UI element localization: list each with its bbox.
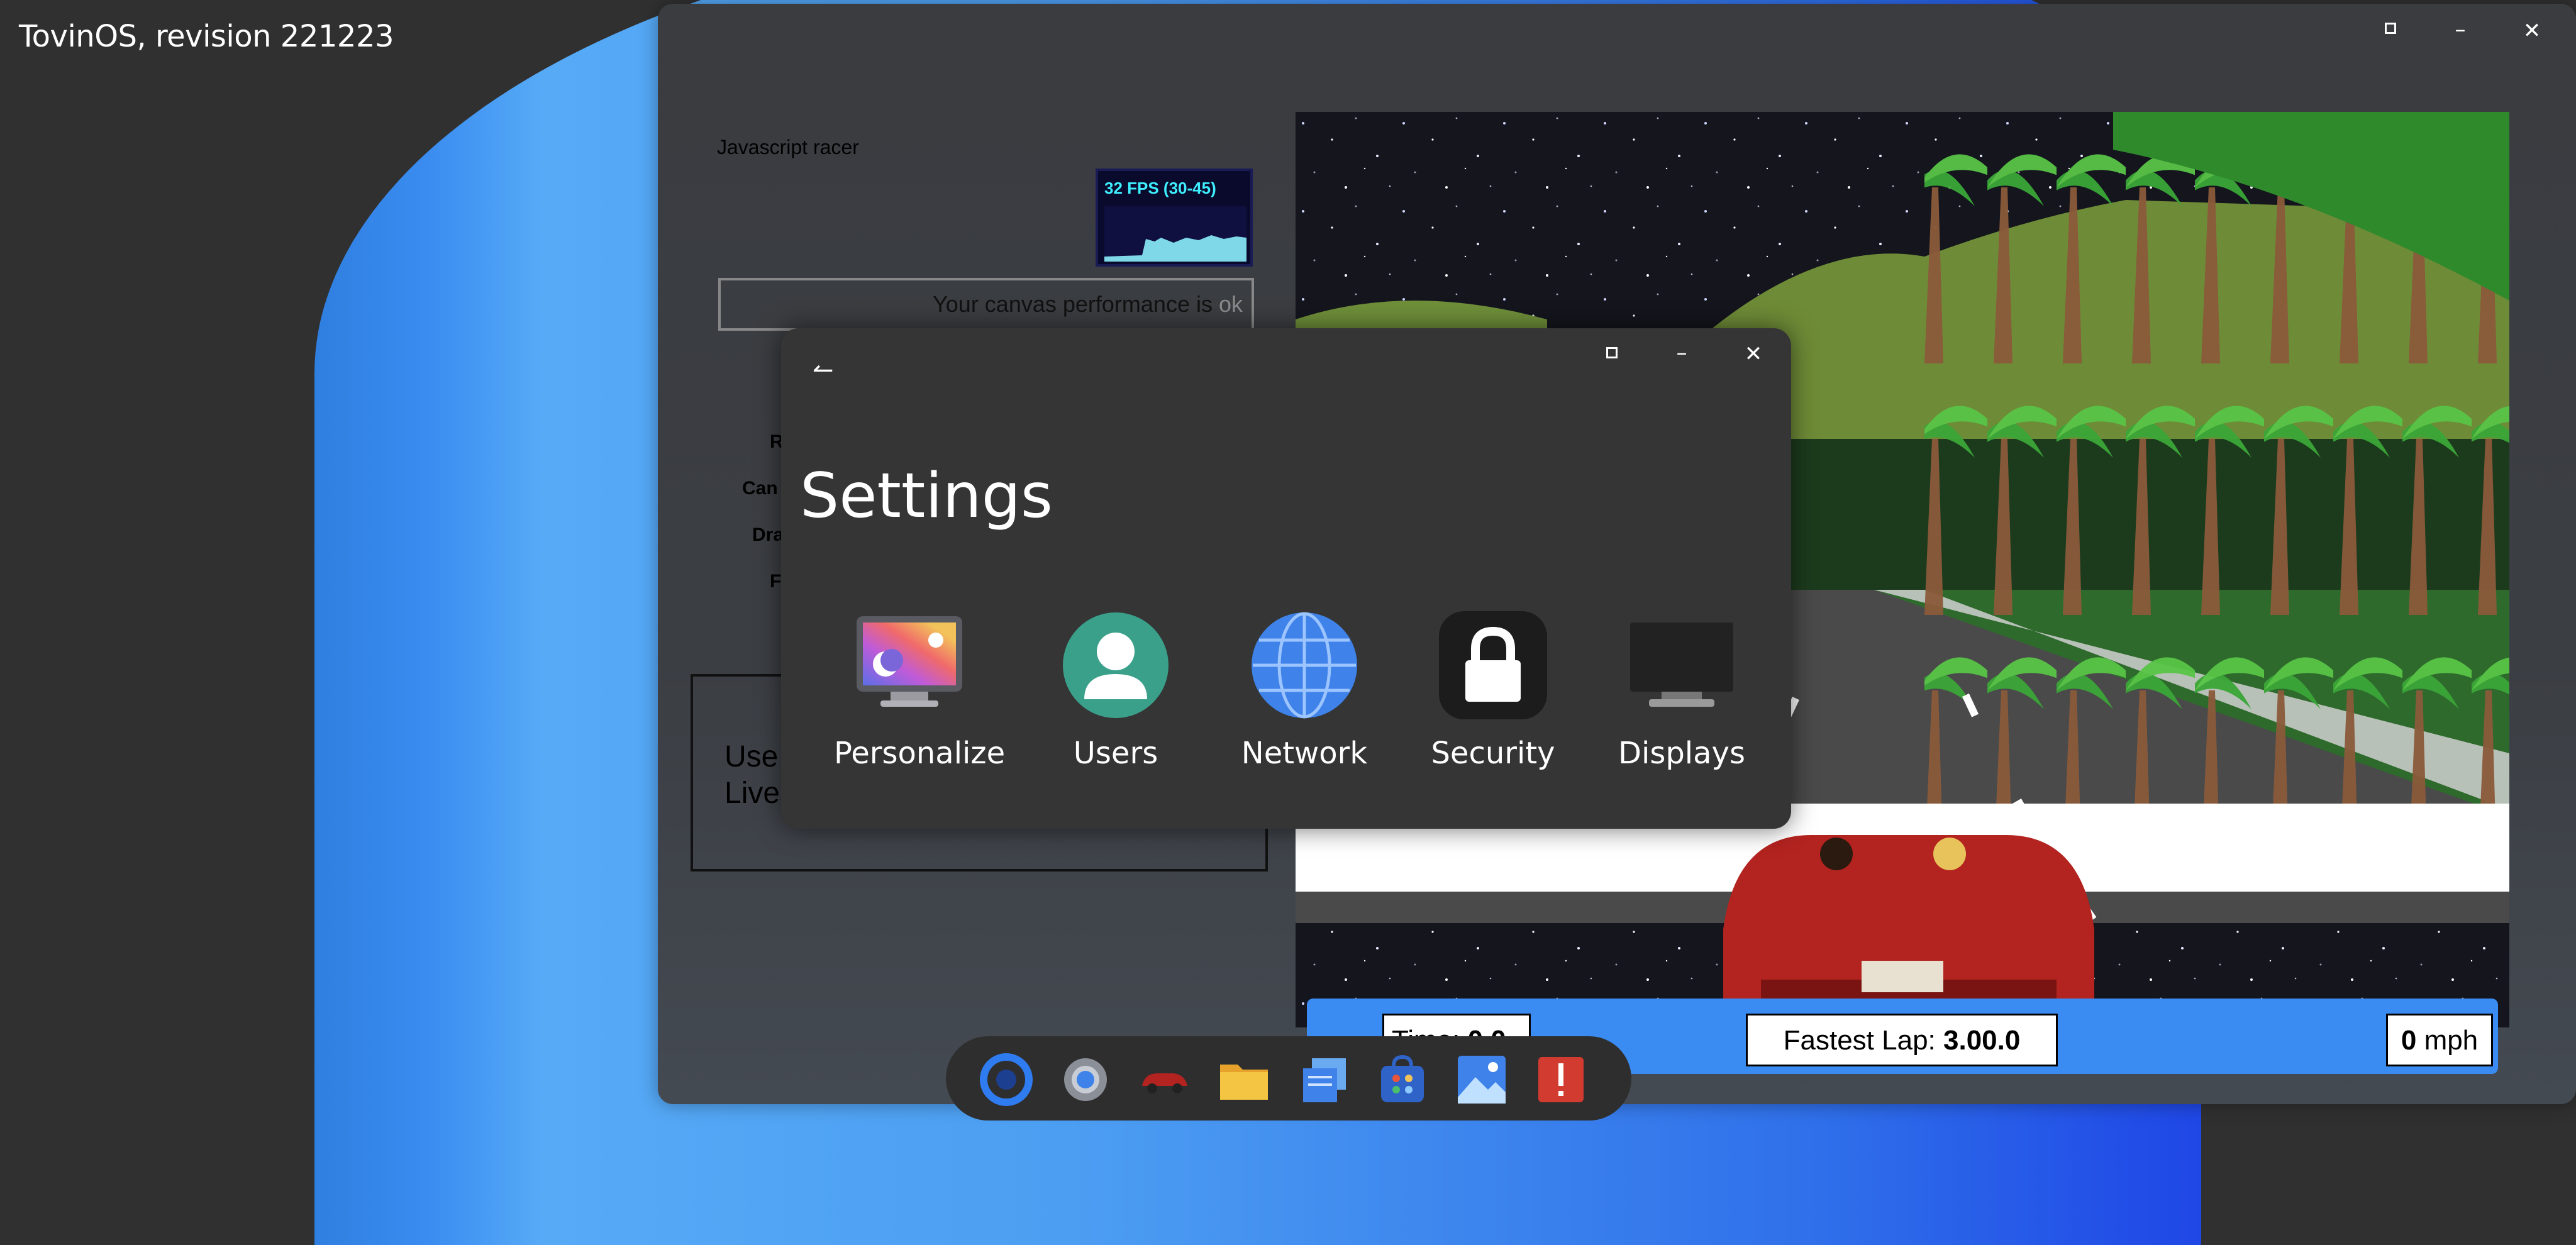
settings-item-users[interactable]: Users (1040, 611, 1191, 771)
folder-icon[interactable] (1218, 1053, 1270, 1106)
setting-label-f: F (770, 571, 782, 592)
alert-icon[interactable] (1535, 1053, 1587, 1106)
users-label: Users (1073, 736, 1158, 771)
fps-meter: 32 FPS (30-45) (1096, 169, 1253, 267)
users-icon (1062, 611, 1170, 719)
monitor-icon (1628, 611, 1736, 719)
close-button[interactable]: ✕ (2513, 20, 2551, 42)
minimize-button[interactable]: – (2441, 19, 2479, 40)
network-label: Network (1241, 736, 1368, 771)
settings-minimize-button[interactable]: – (1663, 342, 1701, 363)
setting-label-draw: Dra (752, 524, 784, 545)
dock (946, 1036, 1631, 1120)
fps-label: 32 FPS (30-45) (1104, 179, 1216, 197)
fastest-lap-display: Fastest Lap: 3.00.0 (1746, 1014, 2058, 1066)
maximize-button[interactable] (2385, 23, 2396, 34)
fps-graph (1104, 206, 1246, 262)
store-icon[interactable] (1376, 1053, 1429, 1106)
game-title: Javascript racer (717, 136, 859, 158)
canvas-performance-box: Your canvas performance is ok (718, 278, 1254, 331)
settings-item-network[interactable]: Network (1229, 611, 1380, 771)
settings-close-button[interactable]: ✕ (1735, 343, 1772, 365)
launcher-icon[interactable] (980, 1053, 1033, 1106)
racer-car-icon[interactable] (1138, 1053, 1191, 1106)
notes-icon[interactable] (1297, 1053, 1350, 1106)
security-label: Security (1431, 736, 1555, 771)
settings-item-security[interactable]: Security (1418, 611, 1568, 771)
settings-gear-icon[interactable] (1059, 1053, 1112, 1106)
setting-label-canvas: Can (742, 478, 778, 499)
personalize-icon (855, 611, 963, 719)
personalize-label: Personalize (834, 736, 1006, 771)
performance-status: ok (1218, 291, 1243, 317)
speed-display: 0 mph (2386, 1014, 2493, 1066)
settings-window[interactable]: ↼ – ✕ Settings Personalize Users Network… (781, 328, 1791, 829)
settings-title: Settings (800, 460, 1053, 532)
os-version-label: TovinOS, revision 221223 (19, 19, 394, 54)
globe-icon (1250, 611, 1358, 719)
displays-label: Displays (1618, 736, 1745, 771)
stat-line-1: Use (724, 740, 779, 773)
back-arrow-icon[interactable]: ↼ (813, 356, 834, 385)
performance-text: Your canvas performance is ok (933, 291, 1243, 317)
settings-item-displays[interactable]: Displays (1606, 611, 1757, 771)
settings-maximize-button[interactable] (1606, 347, 1618, 358)
settings-item-personalize[interactable]: Personalize (834, 611, 1006, 771)
lock-icon (1439, 611, 1547, 719)
photos-icon[interactable] (1455, 1053, 1508, 1106)
